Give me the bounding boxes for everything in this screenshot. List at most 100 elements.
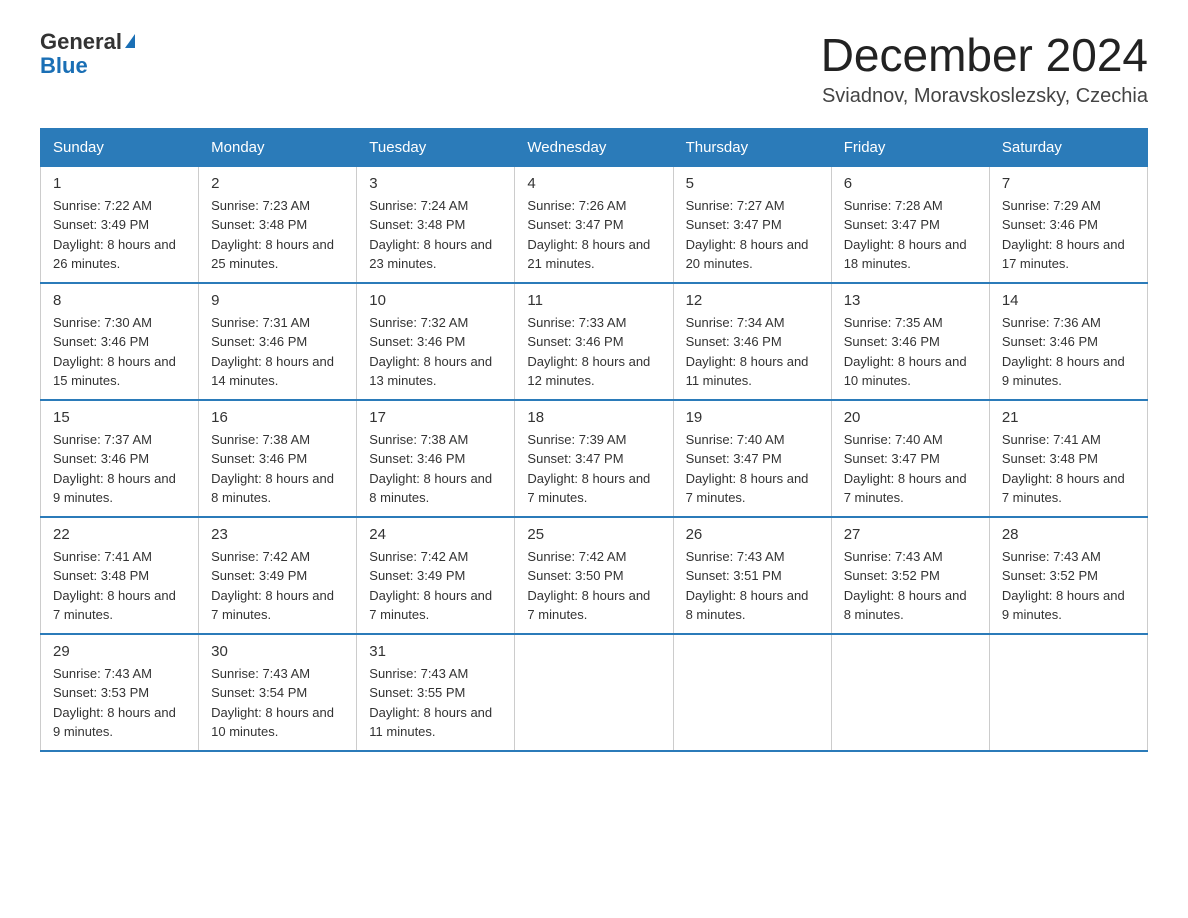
day-info: Sunrise: 7:41 AMSunset: 3:48 PMDaylight:… <box>53 547 186 625</box>
weekday-header-tuesday: Tuesday <box>357 128 515 166</box>
day-info: Sunrise: 7:40 AMSunset: 3:47 PMDaylight:… <box>844 430 977 508</box>
day-info: Sunrise: 7:36 AMSunset: 3:46 PMDaylight:… <box>1002 313 1135 391</box>
calendar-cell <box>673 634 831 751</box>
calendar-cell: 17Sunrise: 7:38 AMSunset: 3:46 PMDayligh… <box>357 400 515 517</box>
day-number: 10 <box>369 292 502 309</box>
calendar-cell: 11 Sunrise: 7:33 AMSunset: 3:46 PMDayligh… <box>515 283 673 400</box>
day-number: 3 <box>369 175 502 192</box>
title-area: December 2024 Sviadnov, Moravskoslezsky,… <box>821 30 1148 108</box>
day-number: 22 <box>53 526 186 543</box>
day-info: Sunrise: 7:23 AMSunset: 3:48 PMDaylight:… <box>211 196 344 274</box>
calendar-cell <box>989 634 1147 751</box>
day-info: Sunrise: 7:43 AMSunset: 3:55 PMDaylight:… <box>369 664 502 742</box>
day-info: Sunrise: 7:22 AMSunset: 3:49 PMDaylight:… <box>53 196 186 274</box>
day-info: Sunrise: 7:34 AMSunset: 3:46 PMDaylight:… <box>686 313 819 391</box>
month-year-title: December 2024 <box>821 30 1148 81</box>
day-info: Sunrise: 7:38 AMSunset: 3:46 PMDaylight:… <box>211 430 344 508</box>
day-info: Sunrise: 7:28 AMSunset: 3:47 PMDaylight:… <box>844 196 977 274</box>
day-number: 12 <box>686 292 819 309</box>
day-number: 21 <box>1002 409 1135 426</box>
day-number: 25 <box>527 526 660 543</box>
calendar-cell: 31 Sunrise: 7:43 AMSunset: 3:55 PMDayligh… <box>357 634 515 751</box>
calendar-cell: 13 Sunrise: 7:35 AMSunset: 3:46 PMDayligh… <box>831 283 989 400</box>
location-subtitle: Sviadnov, Moravskoslezsky, Czechia <box>821 85 1148 108</box>
day-number: 24 <box>369 526 502 543</box>
calendar-cell: 5 Sunrise: 7:27 AMSunset: 3:47 PMDaylight… <box>673 166 831 283</box>
day-number: 6 <box>844 175 977 192</box>
day-number: 4 <box>527 175 660 192</box>
day-number: 16 <box>211 409 344 426</box>
weekday-header-saturday: Saturday <box>989 128 1147 166</box>
calendar-cell: 18Sunrise: 7:39 AMSunset: 3:47 PMDayligh… <box>515 400 673 517</box>
calendar-cell: 7 Sunrise: 7:29 AMSunset: 3:46 PMDaylight… <box>989 166 1147 283</box>
calendar-cell: 25 Sunrise: 7:42 AMSunset: 3:50 PMDayligh… <box>515 517 673 634</box>
day-number: 27 <box>844 526 977 543</box>
day-number: 8 <box>53 292 186 309</box>
calendar-cell <box>515 634 673 751</box>
day-info: Sunrise: 7:26 AMSunset: 3:47 PMDaylight:… <box>527 196 660 274</box>
calendar-cell: 2Sunrise: 7:23 AMSunset: 3:48 PMDaylight… <box>199 166 357 283</box>
weekday-header-monday: Monday <box>199 128 357 166</box>
day-number: 7 <box>1002 175 1135 192</box>
calendar-cell: 12 Sunrise: 7:34 AMSunset: 3:46 PMDayligh… <box>673 283 831 400</box>
day-info: Sunrise: 7:43 AMSunset: 3:52 PMDaylight:… <box>844 547 977 625</box>
day-info: Sunrise: 7:24 AMSunset: 3:48 PMDaylight:… <box>369 196 502 274</box>
day-number: 30 <box>211 643 344 660</box>
day-number: 20 <box>844 409 977 426</box>
weekday-header-friday: Friday <box>831 128 989 166</box>
day-info: Sunrise: 7:43 AMSunset: 3:54 PMDaylight:… <box>211 664 344 742</box>
logo-general-text: General <box>40 29 122 54</box>
logo: General Blue <box>40 30 135 78</box>
day-info: Sunrise: 7:39 AMSunset: 3:47 PMDaylight:… <box>527 430 660 508</box>
day-info: Sunrise: 7:35 AMSunset: 3:46 PMDaylight:… <box>844 313 977 391</box>
calendar-cell: 8 Sunrise: 7:30 AMSunset: 3:46 PMDaylight… <box>41 283 199 400</box>
calendar-cell: 9Sunrise: 7:31 AMSunset: 3:46 PMDaylight… <box>199 283 357 400</box>
day-info: Sunrise: 7:42 AMSunset: 3:49 PMDaylight:… <box>369 547 502 625</box>
calendar-cell: 1Sunrise: 7:22 AMSunset: 3:49 PMDaylight… <box>41 166 199 283</box>
calendar-table: SundayMondayTuesdayWednesdayThursdayFrid… <box>40 128 1148 752</box>
weekday-header-wednesday: Wednesday <box>515 128 673 166</box>
day-info: Sunrise: 7:41 AMSunset: 3:48 PMDaylight:… <box>1002 430 1135 508</box>
calendar-cell: 20 Sunrise: 7:40 AMSunset: 3:47 PMDayligh… <box>831 400 989 517</box>
calendar-cell: 28 Sunrise: 7:43 AMSunset: 3:52 PMDayligh… <box>989 517 1147 634</box>
calendar-cell <box>831 634 989 751</box>
day-number: 23 <box>211 526 344 543</box>
day-number: 31 <box>369 643 502 660</box>
calendar-cell: 24 Sunrise: 7:42 AMSunset: 3:49 PMDayligh… <box>357 517 515 634</box>
day-info: Sunrise: 7:43 AMSunset: 3:51 PMDaylight:… <box>686 547 819 625</box>
day-info: Sunrise: 7:42 AMSunset: 3:50 PMDaylight:… <box>527 547 660 625</box>
day-number: 9 <box>211 292 344 309</box>
calendar-cell: 4 Sunrise: 7:26 AMSunset: 3:47 PMDaylight… <box>515 166 673 283</box>
calendar-cell: 23 Sunrise: 7:42 AMSunset: 3:49 PMDayligh… <box>199 517 357 634</box>
weekday-header-thursday: Thursday <box>673 128 831 166</box>
calendar-week-row: 15 Sunrise: 7:37 AMSunset: 3:46 PMDayligh… <box>41 400 1148 517</box>
day-number: 11 <box>527 292 660 309</box>
weekday-header-row: SundayMondayTuesdayWednesdayThursdayFrid… <box>41 128 1148 166</box>
day-info: Sunrise: 7:29 AMSunset: 3:46 PMDaylight:… <box>1002 196 1135 274</box>
day-info: Sunrise: 7:33 AMSunset: 3:46 PMDaylight:… <box>527 313 660 391</box>
calendar-cell: 14Sunrise: 7:36 AMSunset: 3:46 PMDayligh… <box>989 283 1147 400</box>
day-number: 15 <box>53 409 186 426</box>
day-number: 26 <box>686 526 819 543</box>
calendar-cell: 19 Sunrise: 7:40 AMSunset: 3:47 PMDayligh… <box>673 400 831 517</box>
calendar-cell: 26 Sunrise: 7:43 AMSunset: 3:51 PMDayligh… <box>673 517 831 634</box>
calendar-cell: 27 Sunrise: 7:43 AMSunset: 3:52 PMDayligh… <box>831 517 989 634</box>
calendar-cell: 29Sunrise: 7:43 AMSunset: 3:53 PMDayligh… <box>41 634 199 751</box>
day-number: 5 <box>686 175 819 192</box>
calendar-cell: 30 Sunrise: 7:43 AMSunset: 3:54 PMDayligh… <box>199 634 357 751</box>
day-number: 28 <box>1002 526 1135 543</box>
day-info: Sunrise: 7:37 AMSunset: 3:46 PMDaylight:… <box>53 430 186 508</box>
day-info: Sunrise: 7:43 AMSunset: 3:53 PMDaylight:… <box>53 664 186 742</box>
day-info: Sunrise: 7:43 AMSunset: 3:52 PMDaylight:… <box>1002 547 1135 625</box>
calendar-week-row: 1Sunrise: 7:22 AMSunset: 3:49 PMDaylight… <box>41 166 1148 283</box>
day-info: Sunrise: 7:42 AMSunset: 3:49 PMDaylight:… <box>211 547 344 625</box>
day-number: 19 <box>686 409 819 426</box>
calendar-cell: 21 Sunrise: 7:41 AMSunset: 3:48 PMDayligh… <box>989 400 1147 517</box>
day-info: Sunrise: 7:40 AMSunset: 3:47 PMDaylight:… <box>686 430 819 508</box>
calendar-cell: 15 Sunrise: 7:37 AMSunset: 3:46 PMDayligh… <box>41 400 199 517</box>
day-info: Sunrise: 7:27 AMSunset: 3:47 PMDaylight:… <box>686 196 819 274</box>
weekday-header-sunday: Sunday <box>41 128 199 166</box>
calendar-cell: 6 Sunrise: 7:28 AMSunset: 3:47 PMDaylight… <box>831 166 989 283</box>
day-number: 13 <box>844 292 977 309</box>
day-info: Sunrise: 7:30 AMSunset: 3:46 PMDaylight:… <box>53 313 186 391</box>
